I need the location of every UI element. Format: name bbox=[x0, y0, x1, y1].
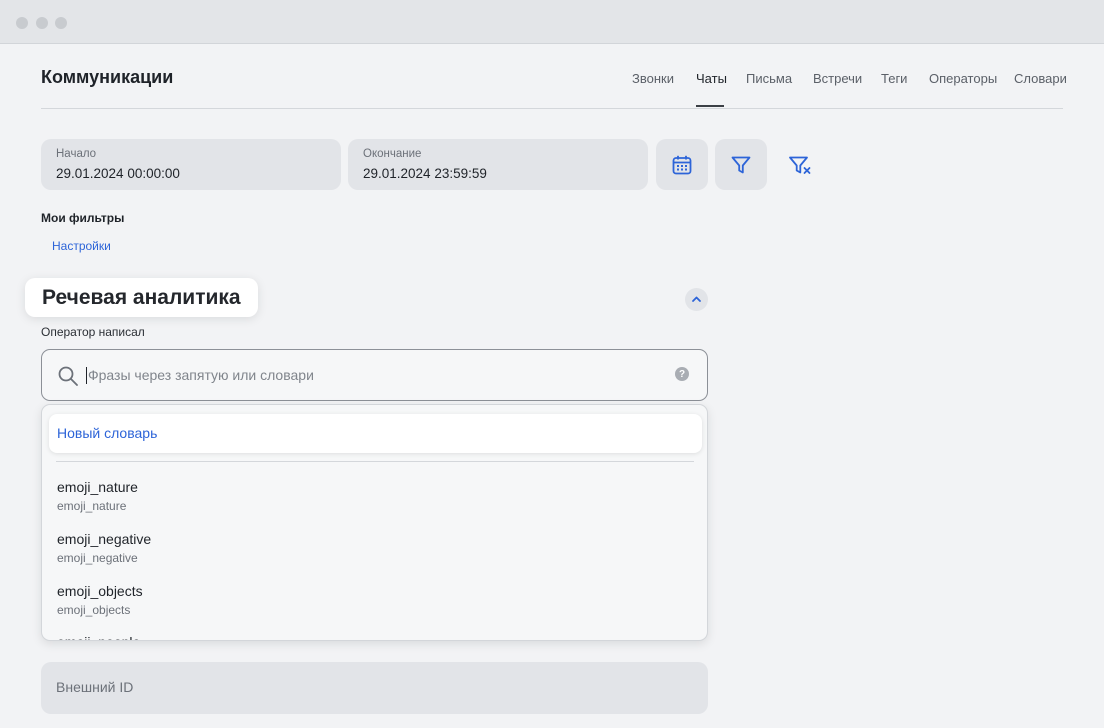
tab-operators[interactable]: Операторы bbox=[929, 71, 997, 86]
help-icon[interactable]: ? bbox=[675, 367, 689, 381]
speech-analytics-title: Речевая аналитика bbox=[25, 278, 258, 317]
dictionary-option[interactable]: emoji_negative emoji_negative bbox=[57, 531, 677, 577]
new-dictionary-option[interactable]: Новый словарь bbox=[49, 414, 702, 453]
tab-tags[interactable]: Теги bbox=[881, 71, 907, 86]
end-date-field[interactable]: Окончание 29.01.2024 23:59:59 bbox=[348, 139, 648, 190]
active-tab-indicator bbox=[696, 105, 724, 107]
dictionary-option-subtitle: emoji_nature bbox=[57, 499, 127, 513]
end-date-value: 29.01.2024 23:59:59 bbox=[363, 166, 487, 181]
dictionary-option-subtitle: emoji_negative bbox=[57, 551, 138, 565]
page-title: Коммуникации bbox=[41, 67, 174, 87]
window-minimize-control[interactable] bbox=[36, 17, 48, 29]
dictionary-option[interactable]: emoji_nature emoji_nature bbox=[57, 479, 677, 525]
filter-button[interactable] bbox=[715, 139, 767, 190]
calendar-icon bbox=[672, 155, 692, 174]
text-caret bbox=[86, 367, 87, 384]
dictionary-dropdown: Новый словарь emoji_nature emoji_nature … bbox=[41, 404, 708, 641]
phrases-search-input[interactable] bbox=[88, 358, 668, 392]
tab-calls[interactable]: Звонки bbox=[632, 71, 674, 86]
tab-letters[interactable]: Письма bbox=[746, 71, 792, 86]
filters-settings-link[interactable]: Настройки bbox=[52, 239, 111, 253]
window-titlebar bbox=[0, 0, 1104, 44]
collapse-section-button[interactable] bbox=[685, 288, 708, 311]
tab-meetings[interactable]: Встречи bbox=[813, 71, 862, 86]
dictionary-option-subtitle: emoji_objects bbox=[57, 603, 131, 617]
operator-wrote-label: Оператор написал bbox=[41, 325, 145, 339]
search-icon bbox=[58, 366, 78, 386]
filter-icon bbox=[731, 156, 751, 173]
tab-dictionaries[interactable]: Словари bbox=[1014, 71, 1067, 86]
dictionary-option-title: emoji_negative bbox=[57, 531, 152, 547]
dropdown-divider bbox=[56, 461, 694, 462]
tab-chats[interactable]: Чаты bbox=[696, 71, 727, 86]
phrases-search-box[interactable]: ? bbox=[41, 349, 708, 401]
header-divider bbox=[41, 108, 1063, 109]
dictionary-option-title: emoji_nature bbox=[57, 479, 138, 495]
my-filters-heading: Мои фильтры bbox=[41, 211, 125, 225]
dictionary-option-title: emoji_objects bbox=[57, 583, 143, 599]
calendar-button[interactable] bbox=[656, 139, 708, 190]
start-date-value: 29.01.2024 00:00:00 bbox=[56, 166, 180, 181]
window-close-control[interactable] bbox=[16, 17, 28, 29]
start-date-field[interactable]: Начало 29.01.2024 00:00:00 bbox=[41, 139, 341, 190]
chevron-up-icon bbox=[692, 296, 701, 302]
window-zoom-control[interactable] bbox=[55, 17, 67, 29]
dictionary-option[interactable]: emoji_people emoji_people bbox=[57, 634, 677, 640]
start-date-label: Начало bbox=[56, 148, 97, 160]
clear-filters-button[interactable] bbox=[774, 139, 826, 190]
external-id-field[interactable]: Внешний ID bbox=[41, 662, 708, 714]
filter-clear-icon bbox=[789, 156, 811, 174]
end-date-label: Окончание bbox=[363, 148, 422, 160]
dictionary-option-title: emoji_people bbox=[57, 634, 677, 640]
dictionary-option[interactable]: emoji_objects emoji_objects bbox=[57, 583, 677, 629]
